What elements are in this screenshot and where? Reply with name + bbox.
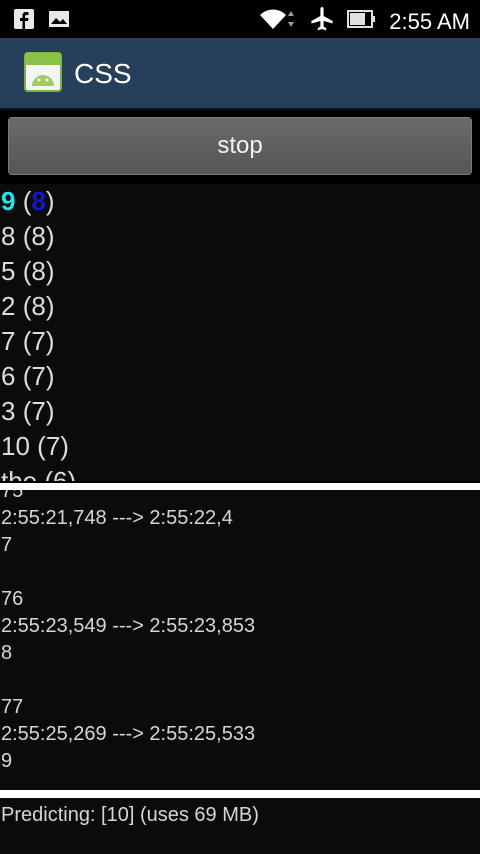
prediction-count: 6 — [53, 466, 68, 481]
subtitle-timing: 2:55:25,269 ---> 2:55:25,533 — [1, 723, 256, 745]
prediction-count: 7 — [45, 431, 61, 461]
prediction-count: 8 — [31, 291, 46, 321]
subtitle-text: 8 — [1, 642, 13, 664]
prediction-item: 10 (7) — [1, 431, 69, 461]
subtitle-index: 77 — [1, 696, 24, 718]
android-app-icon — [24, 52, 62, 92]
prediction-list[interactable]: 9 (8) 8 (8) 5 (8) 2 (8) 7 (7) 6 (7) 3 (7… — [0, 184, 480, 481]
prediction-item: 6 (7) — [1, 361, 55, 391]
prediction-word: 6 — [1, 361, 16, 391]
subtitle-index: 76 — [1, 588, 24, 610]
subtitle-timing: 2:55:21,748 ---> 2:55:22,4 — [1, 507, 233, 529]
prediction-word: the — [1, 466, 38, 481]
prediction-item: 8 (8) — [1, 221, 55, 251]
prediction-count: 7 — [31, 361, 46, 391]
prediction-word: 7 — [1, 326, 16, 356]
subtitle-timing: 2:55:23,549 ---> 2:55:23,853 — [1, 615, 256, 637]
battery-icon — [347, 9, 377, 34]
prediction-word: 9 — [1, 186, 16, 216]
divider — [0, 790, 480, 798]
subtitle-text: 7 — [1, 534, 13, 556]
prediction-word: 5 — [1, 256, 16, 286]
subtitle-spacer — [0, 667, 480, 694]
prediction-item: the (6) — [0, 464, 480, 481]
prediction-item: 7 (7) — [1, 326, 55, 356]
gallery-icon — [48, 9, 70, 34]
prediction-count: 8 — [31, 186, 46, 216]
prediction-word: 2 — [1, 291, 16, 321]
prediction-status: Predicting: [10] (uses 69 MB) — [1, 804, 259, 826]
prediction-item: 9 (8) — [1, 186, 55, 216]
prediction-word: 3 — [1, 396, 16, 426]
facebook-icon — [14, 9, 34, 34]
app-title: CSS — [74, 58, 132, 89]
subtitle-spacer — [0, 559, 480, 586]
subtitle-log[interactable]: 75 2:55:21,748 ---> 2:55:22,4 7 76 2:55:… — [0, 490, 480, 790]
stop-button[interactable]: stop — [8, 117, 472, 175]
prediction-item: 2 (8) — [1, 291, 55, 321]
clock-time: 2:55 AM — [389, 8, 470, 34]
prediction-count: 8 — [31, 221, 46, 251]
prediction-item: 3 (7) — [1, 396, 55, 426]
prediction-item: 5 (8) — [1, 256, 55, 286]
prediction-count: 7 — [31, 326, 46, 356]
wifi-icon — [259, 7, 297, 36]
prediction-count: 7 — [31, 396, 46, 426]
prediction-count: 8 — [31, 256, 46, 286]
airplane-mode-icon — [309, 6, 335, 37]
prediction-word: 10 — [1, 431, 30, 461]
status-bar: 2:55 AM — [0, 0, 480, 38]
status-footer: Predicting: [10] (uses 69 MB) — [0, 798, 480, 854]
subtitle-index: 75 — [1, 490, 24, 502]
subtitle-text: 9 — [1, 750, 13, 772]
action-bar: CSS — [0, 38, 480, 110]
divider — [0, 483, 480, 490]
prediction-word: 8 — [1, 221, 16, 251]
